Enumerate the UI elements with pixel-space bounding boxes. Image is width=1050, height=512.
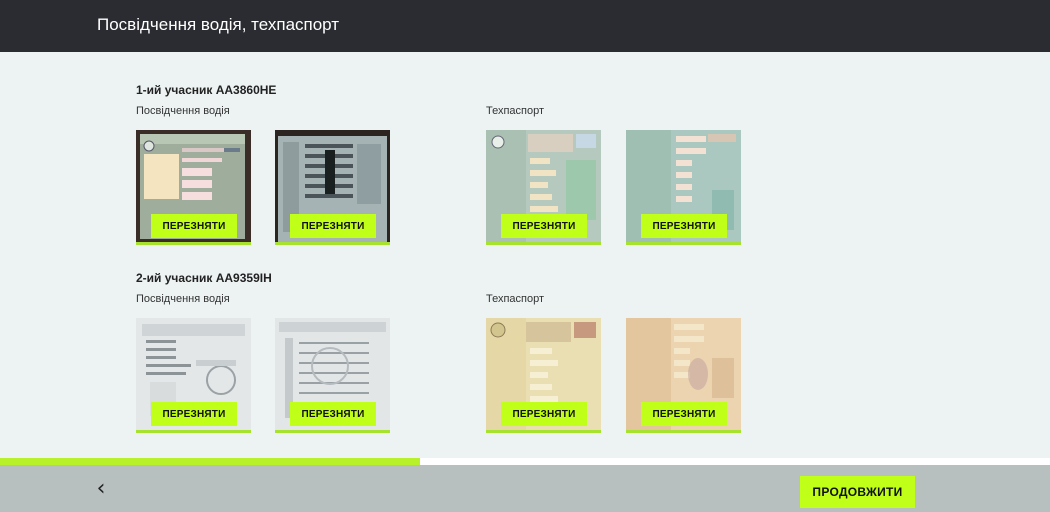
participant-2-registration-back-thumb[interactable]: ПЕРЕЗНЯТИ — [626, 318, 741, 433]
retake-button[interactable]: ПЕРЕЗНЯТИ — [641, 402, 727, 426]
thumb-underline — [275, 242, 390, 245]
footer-bar: ‹ ПРОДОВЖИТИ — [0, 465, 1050, 512]
participant-1-registration-label: Техпаспорт — [486, 105, 545, 117]
retake-button[interactable]: ПЕРЕЗНЯТИ — [151, 402, 237, 426]
thumb-underline — [486, 242, 601, 245]
participant-1-license-front-thumb[interactable]: ПЕРЕЗНЯТИ — [136, 130, 251, 245]
retake-button[interactable]: ПЕРЕЗНЯТИ — [151, 214, 237, 238]
documents-section: 1-ий учасник АА3860НЕ Посвідчення водія … — [0, 52, 1050, 458]
participant-1-title: 1-ий учасник АА3860НЕ — [136, 83, 277, 97]
app-header: Посвідчення водія, техпаспорт — [0, 0, 1050, 52]
participant-2-registration-label: Техпаспорт — [486, 293, 545, 305]
thumb-underline — [275, 430, 390, 433]
participant-1-registration-back-thumb[interactable]: ПЕРЕЗНЯТИ — [626, 130, 741, 245]
chevron-left-icon[interactable]: ‹ — [88, 477, 114, 501]
retake-button[interactable]: ПЕРЕЗНЯТИ — [501, 214, 587, 238]
continue-button[interactable]: ПРОДОВЖИТИ — [800, 476, 915, 508]
progress-bar — [0, 458, 1050, 465]
participant-2-license-front-thumb[interactable]: ПЕРЕЗНЯТИ — [136, 318, 251, 433]
thumb-underline — [486, 430, 601, 433]
participant-2-license-back-thumb[interactable]: ПЕРЕЗНЯТИ — [275, 318, 390, 433]
participant-1-registration-front-thumb[interactable]: ПЕРЕЗНЯТИ — [486, 130, 601, 245]
participant-2-title: 2-ий учасник АА9359ІН — [136, 271, 272, 285]
participant-1-license-label: Посвідчення водія — [136, 105, 230, 117]
retake-button[interactable]: ПЕРЕЗНЯТИ — [641, 214, 727, 238]
thumb-underline — [626, 430, 741, 433]
participant-2-registration-front-thumb[interactable]: ПЕРЕЗНЯТИ — [486, 318, 601, 433]
thumb-underline — [136, 242, 251, 245]
participant-2-license-label: Посвідчення водія — [136, 293, 230, 305]
retake-button[interactable]: ПЕРЕЗНЯТИ — [501, 402, 587, 426]
page-title: Посвідчення водія, техпаспорт — [97, 15, 340, 34]
thumb-underline — [626, 242, 741, 245]
retake-button[interactable]: ПЕРЕЗНЯТИ — [290, 214, 376, 238]
thumb-underline — [136, 430, 251, 433]
progress-bar-fill — [0, 458, 420, 465]
retake-button[interactable]: ПЕРЕЗНЯТИ — [290, 402, 376, 426]
participant-1-license-back-thumb[interactable]: ПЕРЕЗНЯТИ — [275, 130, 390, 245]
